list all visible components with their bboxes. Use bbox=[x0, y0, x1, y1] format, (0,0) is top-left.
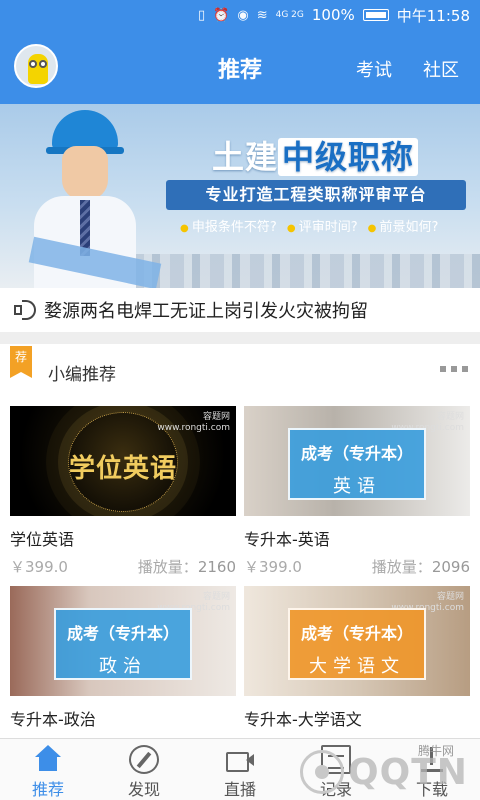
banner-title-highlight: 中级职称 bbox=[278, 138, 419, 176]
section-header: 荐 小编推荐 bbox=[0, 344, 480, 394]
thumb-line1: 成考（专升本） bbox=[300, 624, 413, 643]
tab-discover[interactable]: 发现 bbox=[96, 739, 192, 800]
course-thumbnail[interactable]: 容题网 www.rongti.com 成考（专升本） 英语 bbox=[244, 406, 470, 516]
banner-title: 土建 中级职称 bbox=[212, 132, 419, 178]
video-icon bbox=[225, 745, 255, 774]
course-title[interactable]: 专升本-政治 bbox=[10, 706, 236, 730]
wifi-icon: ≋ bbox=[256, 7, 268, 23]
recommend-badge: 荐 bbox=[10, 346, 32, 378]
compass-icon bbox=[129, 745, 159, 774]
course-card[interactable]: 容题网 www.rongti.com 成考（专升本） 政治 专升本-政治 bbox=[10, 586, 236, 730]
battery-icon bbox=[362, 9, 389, 21]
thumb-line1: 成考（专升本） bbox=[300, 444, 413, 463]
banner-tag: 申报条件不符? bbox=[180, 216, 277, 235]
thumb-line2: 大学语文 bbox=[309, 656, 405, 677]
app-header: 推荐 考试 社区 bbox=[0, 30, 480, 104]
site-watermark: QQTN 腾牛网 bbox=[300, 744, 476, 800]
course-card[interactable]: 容题网 www.rongti.com 学位英语 学位英语 ￥399.0 播放量：… bbox=[10, 406, 236, 577]
thumb-label-box: 成考（专升本） 英语 bbox=[288, 428, 426, 500]
exam-link[interactable]: 考试 bbox=[356, 56, 392, 82]
banner-subtitle: 专业打造工程类职称评审平台 bbox=[166, 180, 466, 210]
thumb-title: 学位英语 bbox=[68, 454, 177, 484]
course-thumbnail[interactable]: 容题网 www.rongti.com 成考（专升本） 政治 bbox=[10, 586, 236, 696]
face bbox=[62, 146, 108, 200]
plays-label: 播放量： bbox=[371, 558, 432, 576]
more-icon[interactable] bbox=[440, 366, 468, 372]
home-icon bbox=[33, 745, 63, 774]
thumb-line1: 成考（专升本） bbox=[66, 624, 179, 643]
city-skyline bbox=[130, 254, 480, 288]
speaker-icon bbox=[12, 299, 38, 321]
course-title[interactable]: 专升本-英语 bbox=[244, 526, 470, 550]
course-meta: ￥399.0 播放量：2160 bbox=[10, 556, 236, 577]
course-card[interactable]: 容题网 www.rongti.com 成考（专升本） 大学语文 专升本-大学语文 bbox=[244, 586, 470, 730]
community-link[interactable]: 社区 bbox=[423, 56, 459, 82]
thumb-label-box: 成考（专升本） 政治 bbox=[54, 608, 192, 680]
thumb-watermark: 容题网 www.rongti.com bbox=[157, 412, 230, 433]
thumb-line2: 英语 bbox=[333, 476, 381, 497]
watermark-logo-icon bbox=[300, 750, 344, 794]
section-divider bbox=[0, 332, 480, 344]
signal-icon: 4G 2G bbox=[275, 10, 304, 20]
course-thumbnail[interactable]: 容题网 www.rongti.com 成考（专升本） 大学语文 bbox=[244, 586, 470, 696]
news-text: 婺源两名电焊工无证上岗引发火灾被拘留 bbox=[44, 301, 368, 322]
course-price: ￥399.0 bbox=[244, 558, 302, 576]
tab-label: 直播 bbox=[223, 780, 256, 799]
course-card[interactable]: 容题网 www.rongti.com 成考（专升本） 英语 专升本-英语 ￥39… bbox=[244, 406, 470, 577]
promo-banner[interactable]: 土建中级职称 专业打造工程类职称评审平台 申报条件不符? 评审时间? 前景如何? bbox=[0, 104, 480, 288]
watermark-small-text: 腾牛网 bbox=[418, 744, 455, 758]
eye-icon: ◉ bbox=[237, 7, 249, 23]
plays-label: 播放量： bbox=[137, 558, 198, 576]
page-title: 推荐 bbox=[217, 58, 262, 83]
thumb-label-box: 成考（专升本） 大学语文 bbox=[288, 608, 426, 680]
clock: 中午11:58 bbox=[396, 6, 470, 25]
tab-recommend[interactable]: 推荐 bbox=[0, 739, 96, 800]
course-title[interactable]: 专升本-大学语文 bbox=[244, 706, 470, 730]
banner-title-plain: 土建 bbox=[212, 138, 279, 176]
tab-live[interactable]: 直播 bbox=[192, 739, 288, 800]
battery-percent: 100% bbox=[311, 6, 355, 24]
course-price: ￥399.0 bbox=[10, 558, 68, 576]
tab-label: 发现 bbox=[127, 780, 160, 799]
course-meta: ￥399.0 播放量：2096 bbox=[244, 556, 470, 577]
banner-tag: 评审时间? bbox=[287, 216, 358, 235]
tab-label: 推荐 bbox=[31, 780, 64, 799]
course-thumbnail[interactable]: 容题网 www.rongti.com 学位英语 bbox=[10, 406, 236, 516]
alarm-icon: ⏰ bbox=[213, 7, 230, 23]
section-title: 小编推荐 bbox=[48, 365, 116, 385]
engineer-illustration bbox=[28, 110, 162, 288]
helmet bbox=[46, 110, 124, 154]
status-bar: ▯ ⏰ ◉ ≋ 4G 2G 100% 中午11:58 bbox=[0, 0, 480, 30]
news-ticker[interactable]: 婺源两名电焊工无证上岗引发火灾被拘留 bbox=[0, 288, 480, 332]
banner-tag: 前景如何? bbox=[368, 216, 439, 235]
thumb-line2: 政治 bbox=[99, 656, 147, 677]
course-title[interactable]: 学位英语 bbox=[10, 526, 236, 550]
banner-tags: 申报条件不符? 评审时间? 前景如何? bbox=[180, 216, 439, 235]
play-count: 2160 bbox=[197, 558, 236, 576]
vibrate-icon: ▯ bbox=[198, 7, 206, 23]
play-count: 2096 bbox=[431, 558, 470, 576]
